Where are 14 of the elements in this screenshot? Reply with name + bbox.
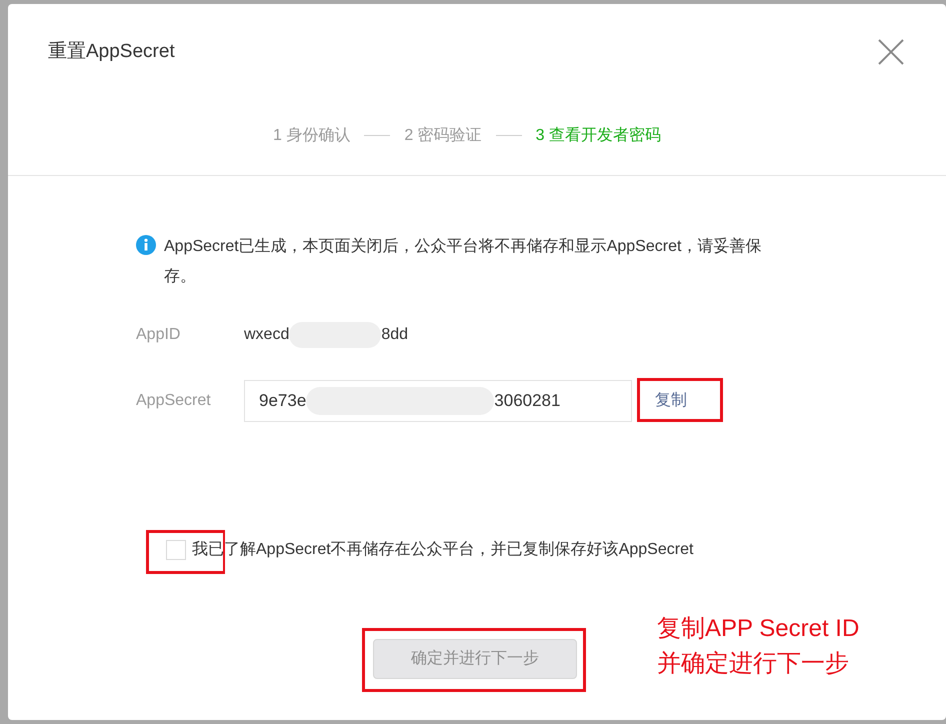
agreement-label: 我已了解AppSecret不再储存在公众平台，并已复制保存好该AppSecret	[192, 540, 694, 560]
notice-text: AppSecret已生成，本页面关闭后，公众平台将不再储存和显示AppSecret，请妥善保存。	[164, 236, 762, 286]
secret-field[interactable]: 9e73e 3060281	[244, 380, 632, 422]
step-label: 3 查看开发者密码	[536, 126, 662, 146]
field-label: AppSecret	[136, 390, 212, 410]
step-label: 2 密码验证	[404, 126, 482, 146]
annotation-text: 复制APP Secret ID	[657, 614, 860, 644]
dialog-title: 重置AppSecret	[48, 40, 175, 64]
annotation-text: 并确定进行下一步	[657, 648, 850, 678]
field-value: wxecd	[244, 324, 290, 344]
step-label: 1 身份确认	[272, 126, 350, 146]
copy-link[interactable]: 复制	[655, 388, 687, 412]
field-value: 8dd	[381, 324, 408, 344]
field-label: AppID	[136, 324, 182, 344]
